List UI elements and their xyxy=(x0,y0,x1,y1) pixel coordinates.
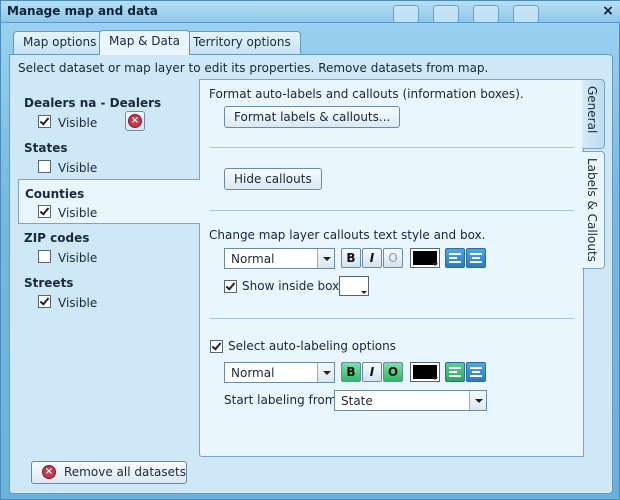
color-dropdown-icon xyxy=(432,263,438,266)
divider xyxy=(210,210,574,211)
callouts-style-select[interactable]: Normal xyxy=(224,248,335,269)
visible-checkbox-streets[interactable] xyxy=(38,295,51,308)
visible-label: Visible xyxy=(58,206,98,220)
visible-label: Visible xyxy=(58,296,98,310)
callouts-outline-button[interactable]: O xyxy=(383,248,403,268)
chevron-down-icon xyxy=(469,391,486,410)
layer-name: Counties xyxy=(25,187,85,201)
remove-icon: × xyxy=(42,465,56,479)
callouts-style-value: Normal xyxy=(231,252,275,266)
remove-all-datasets-button[interactable]: × Remove all datasets xyxy=(31,461,187,484)
start-labeling-value: State xyxy=(341,394,373,408)
align-left-icon[interactable] xyxy=(445,248,465,268)
auto-style-value: Normal xyxy=(231,366,275,380)
callouts-style-description: Change map layer callouts text style and… xyxy=(209,228,486,242)
layer-item-dealers[interactable]: Dealers na - Dealers Visible × xyxy=(18,89,200,134)
start-labeling-label: Start labeling from: xyxy=(224,393,341,407)
callouts-text-color-picker[interactable] xyxy=(410,248,440,268)
layer-list: Dealers na - Dealers Visible × States Vi… xyxy=(18,89,200,359)
visible-checkbox-dealers[interactable] xyxy=(38,115,51,128)
instructions-text: Select dataset or map layer to edit its … xyxy=(18,61,489,75)
tab-territory-options[interactable]: Territory options xyxy=(183,31,301,54)
divider xyxy=(210,147,574,148)
map-data-panel: Select dataset or map layer to edit its … xyxy=(9,54,613,494)
auto-labeling-label: Select auto-labeling options xyxy=(228,339,396,353)
show-inside-box-checkbox[interactable] xyxy=(224,280,237,293)
labels-callouts-panel: Format auto-labels and callouts (informa… xyxy=(199,79,584,457)
layer-item-states[interactable]: States Visible xyxy=(18,134,200,179)
align-center-icon[interactable] xyxy=(466,362,486,382)
tab-map-options[interactable]: Map options xyxy=(13,31,107,54)
side-tab-labels-callouts[interactable]: Labels & Callouts xyxy=(582,151,605,269)
visible-checkbox-states[interactable] xyxy=(38,160,51,173)
start-labeling-select[interactable]: State xyxy=(334,390,487,411)
toolbar-map-icon xyxy=(393,5,419,22)
chevron-down-icon xyxy=(317,363,334,382)
close-icon[interactable]: × xyxy=(601,3,615,19)
tab-map-and-data[interactable]: Map & Data xyxy=(99,30,190,55)
visible-label: Visible xyxy=(58,116,98,130)
toolbar-window-icon xyxy=(473,5,499,22)
auto-outline-button[interactable]: O xyxy=(383,362,403,382)
layer-name: Dealers na - Dealers xyxy=(24,96,162,110)
toolbar-folder-icon xyxy=(433,5,459,22)
box-color-picker[interactable] xyxy=(339,276,369,296)
auto-text-color-picker[interactable] xyxy=(410,362,440,382)
callouts-bold-button[interactable]: B xyxy=(341,248,361,268)
align-left-icon[interactable] xyxy=(445,362,465,382)
color-dropdown-icon xyxy=(361,291,367,294)
divider xyxy=(210,318,574,319)
callouts-italic-button[interactable]: I xyxy=(362,248,382,268)
remove-icon: × xyxy=(128,114,142,128)
format-description: Format auto-labels and callouts (informa… xyxy=(209,87,524,101)
visible-checkbox-zip-codes[interactable] xyxy=(38,250,51,263)
remove-all-label: Remove all datasets xyxy=(64,465,186,479)
remove-dataset-button[interactable]: × xyxy=(125,111,145,131)
visible-label: Visible xyxy=(58,251,98,265)
title-bar[interactable]: Manage map and data × xyxy=(1,1,620,23)
toolbar-users-icon xyxy=(513,5,539,22)
layer-item-zip-codes[interactable]: ZIP codes Visible xyxy=(18,224,200,269)
side-tab-label: Labels & Callouts xyxy=(585,158,599,262)
chevron-down-icon xyxy=(317,249,334,268)
auto-italic-button[interactable]: I xyxy=(362,362,382,382)
window-title: Manage map and data xyxy=(7,4,158,18)
auto-bold-button[interactable]: B xyxy=(341,362,361,382)
side-tab-general[interactable]: General xyxy=(582,79,605,149)
color-dropdown-icon xyxy=(432,377,438,380)
auto-style-select[interactable]: Normal xyxy=(224,362,335,383)
layer-name: ZIP codes xyxy=(24,231,90,245)
align-center-icon[interactable] xyxy=(466,248,486,268)
visible-checkbox-counties[interactable] xyxy=(38,205,51,218)
layer-name: Streets xyxy=(24,276,74,290)
manage-map-dialog: Manage map and data × Map options Map & … xyxy=(0,0,620,500)
layer-item-counties[interactable]: Counties Visible xyxy=(18,179,200,224)
hide-callouts-button[interactable]: Hide callouts xyxy=(224,168,322,190)
visible-label: Visible xyxy=(58,161,98,175)
show-inside-box-label: Show inside box xyxy=(242,279,340,293)
format-labels-button[interactable]: Format labels & callouts... xyxy=(224,106,401,128)
auto-labeling-checkbox[interactable] xyxy=(210,340,223,353)
layer-item-streets[interactable]: Streets Visible xyxy=(18,269,200,314)
layer-name: States xyxy=(24,141,68,155)
side-tab-label: General xyxy=(585,86,599,134)
